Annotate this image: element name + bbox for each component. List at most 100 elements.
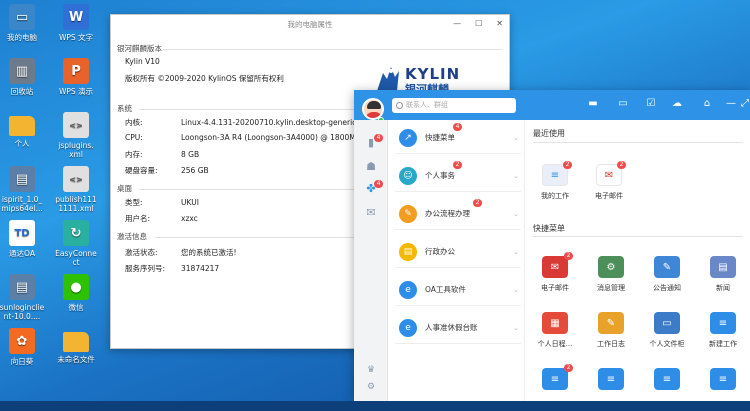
app-tile[interactable]: ≡ 新建工作 [696, 312, 750, 349]
quick-divider [533, 236, 743, 237]
app-badge: 2 [563, 161, 572, 169]
desktop-icon[interactable]: 未命名文件 [53, 328, 99, 364]
desktop-icon[interactable]: <> publish111 1111.xml [53, 166, 99, 213]
property-value: 31874217 [181, 264, 220, 273]
app-tile-label: 新闻 [716, 284, 730, 292]
desktop-icon[interactable]: P WPS 演示 [53, 58, 99, 96]
minimize-icon[interactable]: — [724, 98, 738, 110]
skin-icon[interactable]: ♛ [363, 363, 379, 377]
app-tile[interactable]: ✎ 公告通知 [640, 256, 694, 293]
app-tile[interactable]: ⚙ 消息管理 [584, 256, 638, 293]
desktop-icon-label: EasyConne ct [55, 249, 97, 267]
desktop-icon[interactable]: TD 通达OA [0, 220, 45, 258]
app-tile[interactable]: ✉ 2 电子邮件 [582, 161, 636, 201]
oa-menu-item[interactable]: ▤ 行政办公 ⌄ [395, 236, 521, 268]
chat-icon[interactable]: ▬ [586, 98, 600, 110]
oa-menu-item[interactable]: ↗ 快捷菜单 ⌄ 4 [395, 122, 521, 154]
system-section-title: 系统 [117, 104, 132, 113]
cloud-icon[interactable]: ☁ [670, 98, 684, 110]
oa-menu-item[interactable]: ✎ 办公流程办理 ⌄ 2 [395, 198, 521, 230]
desktop-icon[interactable]: ↻ EasyConne ct [53, 220, 99, 267]
xml-file-icon: <> [63, 166, 89, 192]
app-tile[interactable]: ▭ 个人文件柜 [640, 312, 694, 349]
file-cabinet-icon: ▭ [654, 312, 680, 334]
app-tile[interactable]: ≡ [584, 368, 638, 395]
contact-search-input[interactable]: 联系人、群组 [392, 98, 516, 113]
maximize-button[interactable]: ☐ [475, 19, 482, 28]
property-row: 类型: UKUI [125, 197, 199, 208]
app-tile[interactable]: ≡ [640, 368, 694, 395]
expand-icon[interactable]: ⤢ [738, 98, 750, 110]
app-tile[interactable]: ▦ 个人日程... [528, 312, 582, 349]
minimize-button[interactable]: — [453, 19, 461, 28]
desktop-icon[interactable]: ▤ sunloginclie nt-10.0.... [0, 274, 45, 321]
app-tile-label: 个人文件柜 [649, 340, 685, 348]
desktop-icon-label: 个人 [14, 139, 30, 148]
desktop-icon[interactable]: W WPS 文字 [53, 4, 99, 42]
app-tile[interactable]: ≡ 2 我的工作 [528, 161, 582, 201]
desktop-section-title: 桌面 [117, 184, 132, 193]
app-tile[interactable]: ▤ 新闻 [696, 256, 750, 293]
property-value: 256 GB [181, 166, 209, 175]
package-icon: ▤ [9, 166, 35, 192]
desktop-icon[interactable]: ▭ 我的电脑 [0, 4, 45, 42]
workflow-icon: ≡ 2 [542, 364, 573, 390]
home-icon[interactable]: ⌂ [700, 98, 714, 110]
message-icon[interactable]: ▭ [616, 98, 630, 110]
app-tile-label: 工作日志 [597, 340, 625, 348]
property-key: 激活状态: [125, 248, 158, 257]
desktop-icon[interactable]: <> jsplugins. xml [53, 112, 99, 159]
version-section-title: 银河麒麟版本 [117, 44, 162, 53]
mail-icon[interactable]: ✉ [363, 206, 379, 220]
app-tile[interactable]: ✉ 2 电子邮件 [528, 252, 582, 293]
property-value: Linux-4.4.131-20200710.kylin.desktop-gen… [181, 118, 378, 127]
menu-item-icon: ☺ [399, 166, 417, 185]
task-icon[interactable]: ☑ [644, 98, 658, 110]
property-value: Loongson-3A R4 (Loongson-3A4000) @ 1800M… [181, 133, 366, 142]
desktop-icon[interactable]: ● 微信 [53, 274, 99, 312]
search-icon [396, 102, 403, 109]
app-tile[interactable]: ≡ 2 [528, 364, 582, 395]
oa-menu-item[interactable]: e OA工具软件 ⌄ [395, 274, 521, 306]
property-key: 用户名: [125, 214, 151, 223]
app-tile-label: 消息管理 [597, 284, 625, 292]
app-tile[interactable]: ≡ [696, 368, 750, 395]
menu-item-badge: 2 [473, 199, 482, 207]
property-row: 内存: 8 GB [125, 149, 199, 160]
property-key: 内存: [125, 150, 143, 159]
oa-top-bar: 联系人、群组 ▬ ▭ ☑ ☁ ⌂ — ⤢ [354, 90, 750, 123]
oa-menu-item[interactable]: ☺ 个人事务 ⌄ 2 [395, 160, 521, 192]
app-tile-label: 我的工作 [541, 192, 569, 200]
wps-writer-icon: W [63, 4, 89, 30]
desktop-icon-label: WPS 演示 [58, 87, 94, 96]
new-work-icon: ≡ [710, 312, 736, 334]
trash-icon: ▥ [9, 58, 35, 84]
settings-gear-icon[interactable]: ⚙ [363, 380, 379, 394]
chevron-down-icon: ⌄ [513, 247, 519, 256]
app-tile[interactable]: ✎ 工作日志 [584, 312, 638, 349]
property-key: 服务序列号: [125, 264, 166, 273]
app-tile-label: 个人日程... [537, 340, 573, 348]
desktop-icon[interactable]: 个人 [0, 112, 45, 148]
window-title: 我的电脑属性 [287, 19, 333, 29]
property-row: 用户名: xzxc [125, 213, 198, 224]
app-tile-label: 公告通知 [653, 284, 681, 292]
close-button[interactable]: ✕ [496, 19, 503, 28]
folder-icon [63, 332, 89, 352]
workflow-icon: ≡ [654, 368, 680, 390]
news-icon: ▤ [710, 256, 736, 278]
wps-presentation-icon: P [63, 58, 89, 84]
oa-menu-item[interactable]: e 人事准休假台账 ⌄ [395, 312, 521, 344]
menu-item-label: 办公流程办理 [425, 209, 470, 218]
desktop-icon[interactable]: ✿ 向日葵 [0, 328, 45, 366]
organization-icon[interactable]: ☗ [363, 160, 379, 174]
recent-section-title: 最近使用 [533, 129, 565, 138]
property-key: 类型: [125, 198, 143, 207]
property-key: 硬盘容量: [125, 166, 158, 175]
menu-item-badge: 2 [453, 161, 462, 169]
copyright-text: 版权所有 ©2009-2020 KylinOS 保留所有权利 [125, 74, 284, 83]
desktop-icon[interactable]: ▤ ispirit_1.0_ mips64el... [0, 166, 45, 213]
desktop-icon[interactable]: ▥ 回收站 [0, 58, 45, 96]
menu-item-label: 个人事务 [425, 171, 455, 180]
property-value: 8 GB [181, 150, 200, 159]
